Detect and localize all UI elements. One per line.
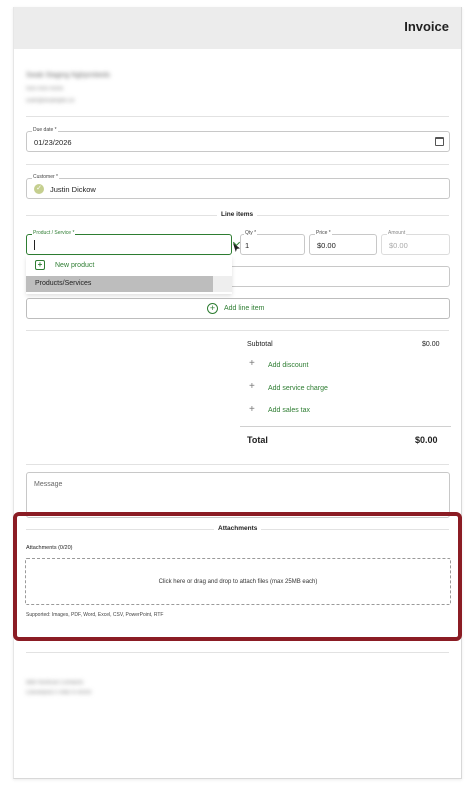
add-line-item-label: Add line item <box>224 305 265 312</box>
check-circle-icon: ✓ <box>34 184 44 194</box>
price-input[interactable]: $0.00 <box>309 234 377 255</box>
products-services-section: Products/Services <box>26 276 213 292</box>
new-product-label: New product <box>55 262 95 269</box>
product-service-label: Product / Service * <box>32 230 76 236</box>
subtotal-label: Subtotal <box>247 341 273 348</box>
text-cursor <box>34 240 35 250</box>
company-email: user@example.co <box>26 98 75 104</box>
new-product-option[interactable]: + New product <box>26 256 232 275</box>
total-divider <box>240 426 451 427</box>
price-value: $0.00 <box>317 241 336 250</box>
qty-input[interactable]: 1 <box>240 234 305 255</box>
message-placeholder: Message <box>34 481 63 488</box>
add-discount-button[interactable]: Add discount <box>268 362 308 369</box>
customer-label: Customer * <box>32 174 60 180</box>
product-dropdown: + New product Products/Services <box>26 256 232 294</box>
plus-icon: + <box>249 381 255 392</box>
subtotal-value: $0.00 <box>422 341 440 348</box>
divider <box>26 330 449 331</box>
divider <box>26 164 449 165</box>
due-date-label: Due date * <box>32 127 58 133</box>
total-label: Total <box>247 435 268 445</box>
plus-icon: + <box>249 358 255 369</box>
invoice-header: Invoice <box>14 7 461 49</box>
add-sales-tax-button[interactable]: Add sales tax <box>268 407 310 414</box>
amount-value: $0.00 <box>389 241 408 250</box>
add-box-icon: + <box>35 260 45 270</box>
product-service-input[interactable] <box>26 234 232 255</box>
attachments-highlight-box <box>13 512 462 641</box>
invoice-panel: Invoice Swab Staging Nghjsmbeds 555-555-… <box>13 7 462 779</box>
add-service-charge-button[interactable]: Add service charge <box>268 385 328 392</box>
dropdown-scrollbar[interactable] <box>213 276 232 292</box>
price-label: Price * <box>315 230 332 236</box>
footer-line-2: Cleveland 0 44870-4000 <box>26 690 92 696</box>
company-phone: 555-555-5555 <box>26 86 64 92</box>
total-value: $0.00 <box>415 435 438 445</box>
divider <box>26 652 449 653</box>
qty-label: Qty * <box>244 230 258 236</box>
company-name: Swab Staging Nghjsmbeds <box>26 72 111 79</box>
qty-value: 1 <box>245 241 250 250</box>
divider <box>26 116 449 117</box>
line-items-heading: Line items <box>217 211 258 218</box>
add-circle-icon: + <box>207 303 218 314</box>
amount-label: Amount <box>387 230 407 236</box>
page-title: Invoice <box>404 19 449 34</box>
add-line-item-button[interactable]: + Add line item <box>26 298 450 319</box>
footer-line-1: 888 Nortical Contacts <box>26 680 84 686</box>
divider <box>26 464 449 465</box>
products-services-label: Products/Services <box>35 280 92 287</box>
due-date-field[interactable]: 01/23/2026 <box>26 131 450 152</box>
customer-field[interactable]: ✓ Justin Dickow <box>26 178 450 199</box>
customer-value: Justin Dickow <box>50 185 96 194</box>
due-date-value: 01/23/2026 <box>34 138 72 147</box>
amount-field: $0.00 <box>381 234 450 255</box>
plus-icon: + <box>249 404 255 415</box>
calendar-icon[interactable] <box>435 137 444 146</box>
